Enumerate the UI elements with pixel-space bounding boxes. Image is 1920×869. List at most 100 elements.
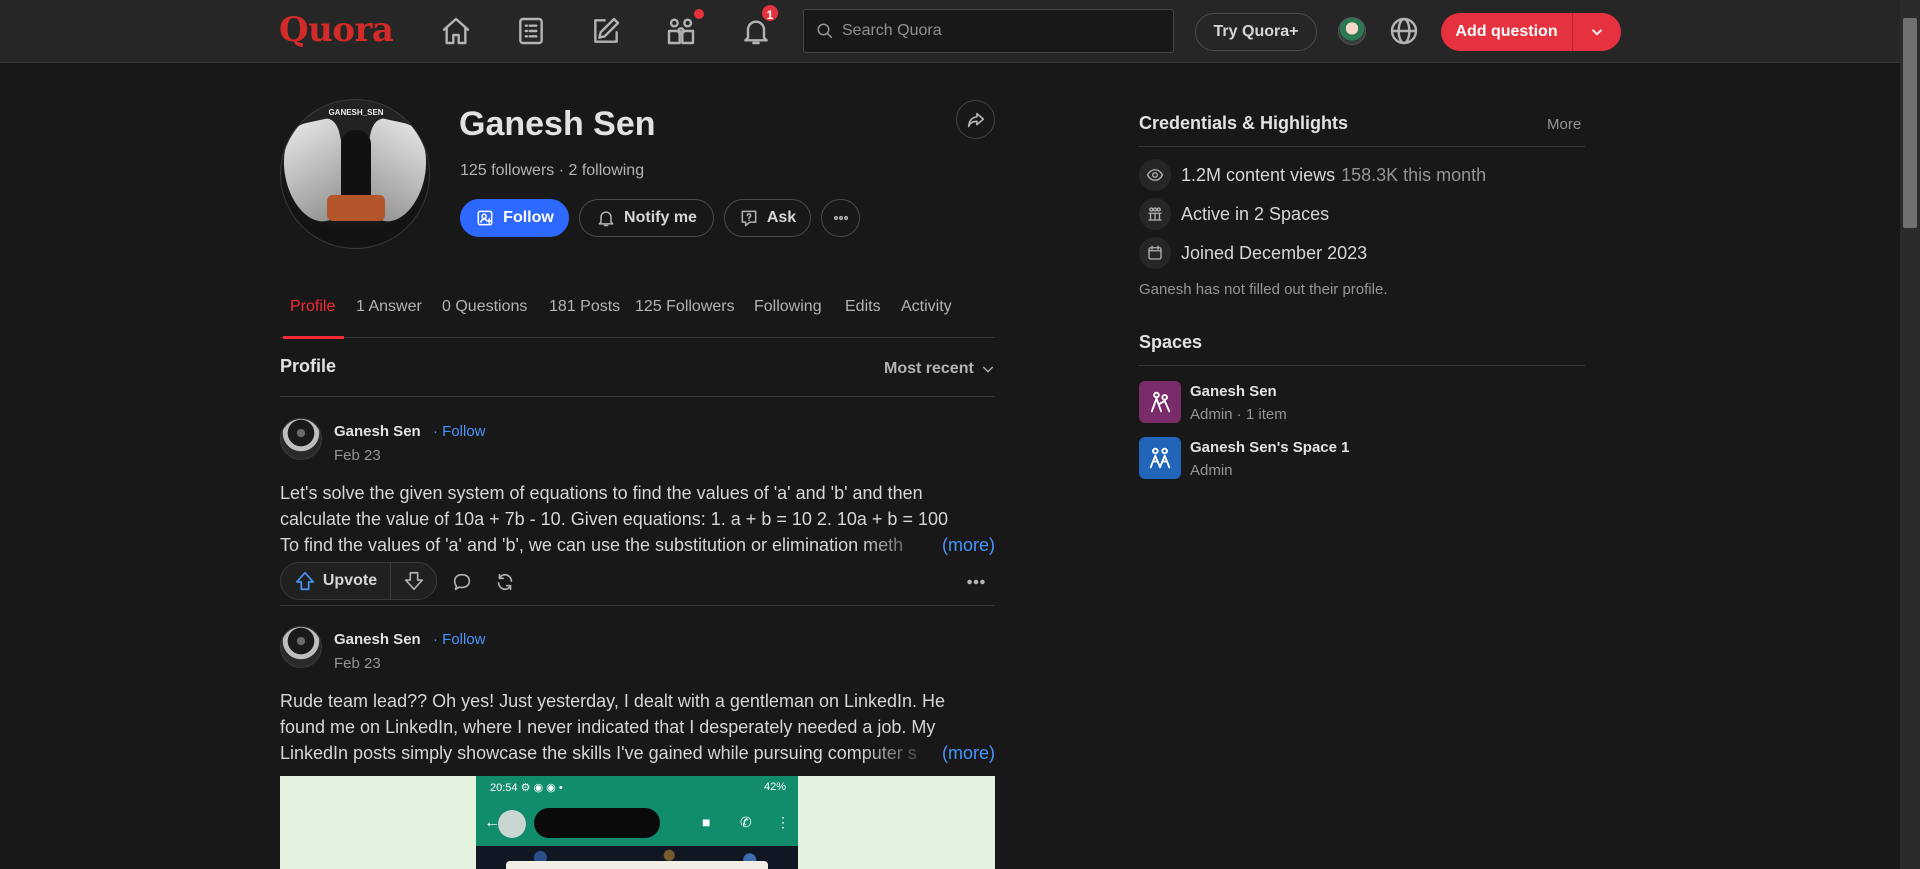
- post-content[interactable]: Let's solve the given system of equation…: [280, 480, 995, 558]
- notify-me-label: Notify me: [624, 209, 697, 226]
- comment-button[interactable]: [450, 570, 474, 594]
- post-author-name[interactable]: Ganesh Sen: [334, 631, 421, 648]
- post-follow-link[interactable]: · Follow: [433, 631, 486, 648]
- chevron-down-icon: [982, 366, 993, 373]
- post-text-line: found me on LinkedIn, where I never indi…: [280, 717, 936, 737]
- space-name[interactable]: Ganesh Sen: [1190, 383, 1277, 400]
- notifications-count-badge: 1: [760, 3, 780, 23]
- tab-edits[interactable]: Edits: [845, 298, 881, 316]
- avatar-caption: GANESH_SEN: [328, 108, 384, 117]
- post-text-line: calculate the value of 10a + 7b - 10. Gi…: [280, 509, 948, 529]
- following-feed-icon[interactable]: [513, 13, 549, 49]
- home-icon[interactable]: [438, 13, 474, 49]
- space-icon: [1139, 437, 1181, 479]
- profile-name: Ganesh Sen: [459, 105, 656, 143]
- kebab-menu-icon: ⋮: [776, 814, 790, 830]
- post-follow-link[interactable]: · Follow: [433, 423, 486, 440]
- globe-icon[interactable]: [1388, 15, 1420, 47]
- sort-label: Most recent: [884, 360, 974, 377]
- tab-followers[interactable]: 125 Followers: [635, 298, 735, 316]
- post-image[interactable]: 20:54 ⚙ ◉ ◉ • 42% ← ■ ✆ ⋮: [280, 776, 995, 869]
- tab-questions[interactable]: 0 Questions: [442, 298, 527, 316]
- share-icon: [967, 112, 984, 127]
- post-date[interactable]: Feb 23: [334, 447, 381, 464]
- search-input[interactable]: [842, 22, 1162, 40]
- divider: [280, 605, 995, 606]
- tab-following[interactable]: Following: [754, 298, 822, 316]
- calendar-icon: [1139, 237, 1171, 269]
- phone-screenshot: 20:54 ⚙ ◉ ◉ • 42% ← ■ ✆ ⋮: [476, 776, 798, 869]
- space-name[interactable]: Ganesh Sen's Space 1: [1190, 439, 1349, 456]
- ask-label: Ask: [766, 209, 797, 226]
- page-scrollbar[interactable]: [1900, 0, 1920, 869]
- chevron-down-icon: [1591, 29, 1603, 36]
- space-role: Admin · 1 item: [1190, 406, 1287, 423]
- tab-activity[interactable]: Activity: [901, 298, 952, 316]
- read-more-link[interactable]: (more): [942, 532, 995, 558]
- contact-avatar: [498, 810, 526, 838]
- space-role: Admin: [1190, 462, 1233, 479]
- bell-icon: [598, 211, 614, 227]
- downvote-arrow-icon: [404, 571, 423, 591]
- upvote-label: Upvote: [322, 572, 378, 589]
- top-navigation-bar: Quora 1 Try Quora+ Add question: [0, 0, 1920, 63]
- comment-icon: [453, 573, 471, 591]
- divider: [1139, 365, 1585, 366]
- upvote-arrow-icon: [295, 571, 314, 591]
- profile-avatar[interactable]: GANESH_SEN: [280, 99, 430, 249]
- tab-profile[interactable]: Profile: [290, 298, 335, 316]
- post-actions: Upvote: [280, 562, 995, 600]
- credentials-title: Credentials & Highlights: [1139, 113, 1349, 133]
- post-more-button[interactable]: [964, 570, 988, 594]
- add-question-button-group: Add question: [1441, 13, 1621, 51]
- read-more-link[interactable]: (more): [942, 740, 995, 766]
- quora-logo[interactable]: Quora: [279, 10, 394, 50]
- post-author-name[interactable]: Ganesh Sen: [334, 423, 421, 440]
- follower-stats[interactable]: 125 followers · 2 following: [460, 162, 644, 180]
- phone-battery: 42%: [763, 781, 786, 793]
- credential-joined: Joined December 2023: [1139, 237, 1367, 269]
- profile-empty-note: Ganesh has not filled out their profile.: [1139, 281, 1388, 298]
- tab-posts[interactable]: 181 Posts: [549, 298, 620, 316]
- follow-user-icon: [477, 210, 493, 226]
- more-options-button[interactable]: [821, 199, 860, 237]
- downvote-button[interactable]: [391, 563, 436, 599]
- sort-dropdown[interactable]: Most recent: [884, 360, 996, 378]
- chat-background: [476, 846, 798, 869]
- post-date[interactable]: Feb 23: [334, 655, 381, 672]
- post-content[interactable]: Rude team lead?? Oh yes! Just yesterday,…: [280, 688, 995, 766]
- scrollbar-thumb[interactable]: [1903, 18, 1917, 228]
- feed-post: Ganesh Sen · Follow Feb 23 Rude team lea…: [280, 626, 995, 776]
- eye-icon: [1139, 159, 1171, 191]
- follow-button[interactable]: Follow: [460, 199, 569, 237]
- share-button[interactable]: [493, 570, 517, 594]
- post-author-avatar[interactable]: [280, 418, 322, 460]
- add-question-dropdown[interactable]: [1573, 13, 1621, 51]
- spaces-icon[interactable]: [663, 13, 699, 49]
- credentials-more-link[interactable]: More: [1547, 116, 1581, 133]
- ask-button[interactable]: Ask: [724, 199, 811, 237]
- post-text-line: Rude team lead?? Oh yes! Just yesterday,…: [280, 691, 946, 711]
- feed-section-title: Profile: [280, 356, 337, 376]
- ask-question-icon: [741, 210, 757, 227]
- follow-button-label: Follow: [503, 209, 554, 226]
- phone-call-icon: ✆: [740, 814, 752, 830]
- notify-me-button[interactable]: Notify me: [579, 199, 714, 237]
- add-question-button[interactable]: Add question: [1441, 13, 1573, 51]
- upvote-button[interactable]: Upvote: [281, 563, 391, 599]
- profile-tabs: Profile 1 Answer 0 Questions 181 Posts 1…: [280, 288, 995, 339]
- try-quora-plus-button[interactable]: Try Quora+: [1195, 13, 1317, 51]
- post-text-line: Let's solve the given system of equation…: [280, 483, 923, 503]
- credential-content-views: 1.2M content views 158.3K this month: [1139, 159, 1486, 191]
- search-box[interactable]: [803, 9, 1174, 53]
- tab-answers[interactable]: 1 Answer: [356, 298, 422, 316]
- redacted-name: [534, 808, 660, 838]
- credential-spaces: Active in 2 Spaces: [1139, 198, 1329, 230]
- answer-icon[interactable]: [588, 13, 624, 49]
- user-avatar[interactable]: [1338, 17, 1366, 45]
- share-button[interactable]: [956, 100, 995, 139]
- post-text-line: LinkedIn posts simply showcase the skill…: [280, 743, 917, 763]
- feed-post: Ganesh Sen · Follow Feb 23 Let's solve t…: [280, 418, 995, 604]
- post-author-avatar[interactable]: [280, 626, 322, 668]
- post-text-line: To find the values of 'a' and 'b', we ca…: [280, 535, 904, 555]
